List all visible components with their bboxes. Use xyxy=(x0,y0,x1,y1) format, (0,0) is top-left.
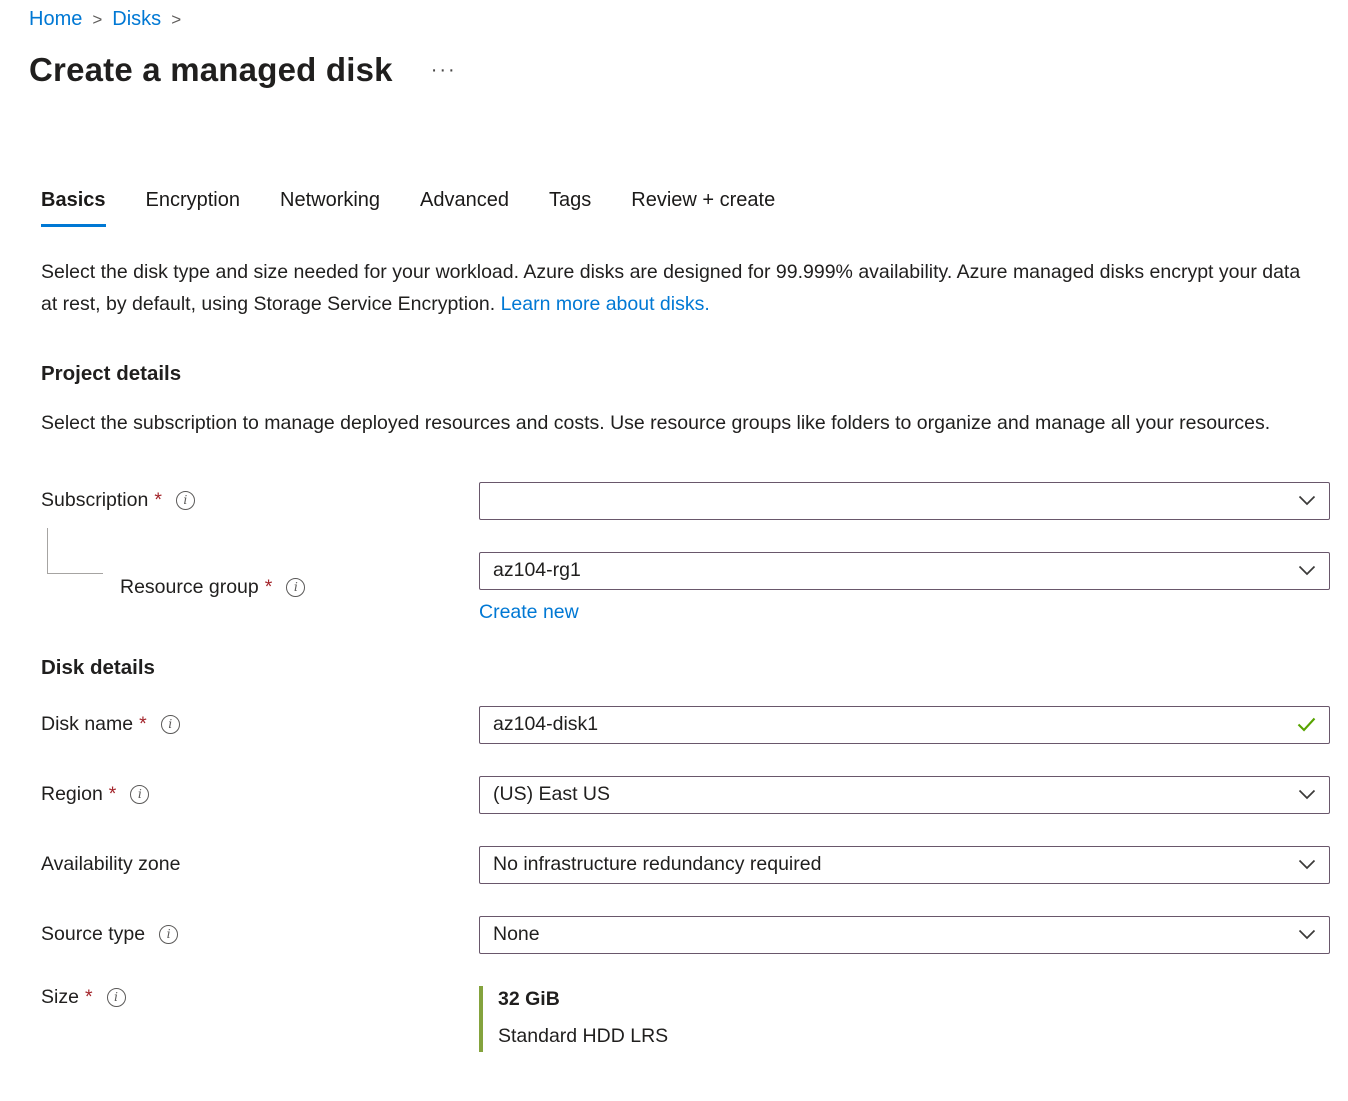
resource-group-row: Resource group * az104-rg1 Create new xyxy=(0,552,1348,624)
title-row: Create a managed disk ··· xyxy=(0,51,1348,89)
field-label: Source type xyxy=(41,923,145,946)
chevron-down-icon xyxy=(1298,929,1316,940)
info-icon[interactable] xyxy=(176,491,195,510)
availability-zone-input-cell: No infrastructure redundancy required xyxy=(479,846,1330,884)
source-type-row: Source type None xyxy=(0,916,1348,954)
availability-zone-label: Availability zone xyxy=(41,853,479,876)
tab-basics[interactable]: Basics xyxy=(41,189,106,227)
required-marker: * xyxy=(265,576,273,599)
resource-group-dropdown[interactable]: az104-rg1 xyxy=(479,552,1330,590)
tab-label: Basics xyxy=(41,189,106,211)
subscription-label: Subscription * xyxy=(41,489,479,512)
source-type-input-cell: None xyxy=(479,916,1330,954)
tab-label: Networking xyxy=(280,189,380,211)
breadcrumb: Home > Disks > xyxy=(0,8,1348,31)
size-value: 32 GiB xyxy=(498,988,1330,1011)
availability-zone-row: Availability zone No infrastructure redu… xyxy=(0,846,1348,884)
tab-networking[interactable]: Networking xyxy=(280,189,380,227)
tab-review-create[interactable]: Review + create xyxy=(631,189,775,227)
field-label: Subscription xyxy=(41,489,148,512)
chevron-down-icon xyxy=(1298,565,1316,576)
learn-more-link[interactable]: Learn more about disks. xyxy=(501,293,710,315)
breadcrumb-separator-icon: > xyxy=(92,10,102,30)
region-label: Region * xyxy=(41,783,479,806)
intro-text: Select the disk type and size needed for… xyxy=(41,257,1315,320)
dropdown-value: az104-rg1 xyxy=(493,559,581,582)
size-row: Size * 32 GiB Standard HDD LRS xyxy=(0,986,1348,1052)
availability-zone-dropdown[interactable]: No infrastructure redundancy required xyxy=(479,846,1330,884)
tab-tags[interactable]: Tags xyxy=(549,189,591,227)
tab-encryption[interactable]: Encryption xyxy=(146,189,241,227)
subscription-input-cell xyxy=(479,482,1330,520)
source-type-label: Source type xyxy=(41,923,479,946)
breadcrumb-separator-icon: > xyxy=(171,10,181,30)
region-dropdown[interactable]: (US) East US xyxy=(479,776,1330,814)
project-details-heading: Project details xyxy=(0,362,1348,386)
info-icon[interactable] xyxy=(130,785,149,804)
dropdown-value: No infrastructure redundancy required xyxy=(493,853,821,876)
required-marker: * xyxy=(139,713,147,736)
disk-details-heading: Disk details xyxy=(0,656,1348,680)
info-icon[interactable] xyxy=(159,925,178,944)
disk-name-input-cell xyxy=(479,706,1330,744)
field-label: Availability zone xyxy=(41,853,180,876)
required-marker: * xyxy=(109,783,117,806)
dropdown-value: (US) East US xyxy=(493,783,610,806)
create-new-resource-group-link[interactable]: Create new xyxy=(479,601,579,624)
field-label: Size xyxy=(41,986,79,1009)
tab-label: Encryption xyxy=(146,189,241,211)
resource-group-label: Resource group * xyxy=(41,576,479,599)
disk-name-input[interactable] xyxy=(493,713,1285,736)
info-icon[interactable] xyxy=(107,988,126,1007)
info-icon[interactable] xyxy=(161,715,180,734)
chevron-down-icon xyxy=(1298,495,1316,506)
field-label: Disk name xyxy=(41,713,133,736)
subscription-row: Subscription * xyxy=(0,482,1348,520)
resource-group-input-cell: az104-rg1 Create new xyxy=(479,552,1330,624)
size-summary: 32 GiB Standard HDD LRS xyxy=(479,986,1330,1052)
tab-label: Review + create xyxy=(631,189,775,211)
size-label: Size * xyxy=(41,986,479,1009)
create-managed-disk-page: Home > Disks > Create a managed disk ···… xyxy=(0,0,1348,1101)
project-details-description: Select the subscription to manage deploy… xyxy=(41,408,1308,440)
info-icon[interactable] xyxy=(286,578,305,597)
breadcrumb-home-link[interactable]: Home xyxy=(29,8,82,31)
required-marker: * xyxy=(154,489,162,512)
more-options-button[interactable]: ··· xyxy=(429,56,459,84)
source-type-dropdown[interactable]: None xyxy=(479,916,1330,954)
dropdown-value: None xyxy=(493,923,540,946)
chevron-down-icon xyxy=(1298,859,1316,870)
subscription-group: Subscription * Resource group * xyxy=(0,482,1348,624)
region-input-cell: (US) East US xyxy=(479,776,1330,814)
subscription-dropdown[interactable] xyxy=(479,482,1330,520)
tab-label: Advanced xyxy=(420,189,509,211)
disk-name-row: Disk name * xyxy=(0,706,1348,744)
chevron-down-icon xyxy=(1298,789,1316,800)
region-row: Region * (US) East US xyxy=(0,776,1348,814)
size-sku: Standard HDD LRS xyxy=(498,1025,1330,1048)
disk-name-label: Disk name * xyxy=(41,713,479,736)
tab-label: Tags xyxy=(549,189,591,211)
basics-form: Subscription * Resource group * xyxy=(0,482,1348,1052)
breadcrumb-disks-link[interactable]: Disks xyxy=(112,8,161,31)
valid-check-icon xyxy=(1297,717,1316,732)
page-title: Create a managed disk xyxy=(29,51,393,89)
subscription-connector-line xyxy=(47,528,103,574)
field-label: Region xyxy=(41,783,103,806)
field-label: Resource group xyxy=(120,576,259,599)
size-input-cell: 32 GiB Standard HDD LRS xyxy=(479,986,1330,1052)
required-marker: * xyxy=(85,986,93,1009)
tab-advanced[interactable]: Advanced xyxy=(420,189,509,227)
wizard-tabs: Basics Encryption Networking Advanced Ta… xyxy=(0,189,1348,227)
disk-name-field xyxy=(479,706,1330,744)
